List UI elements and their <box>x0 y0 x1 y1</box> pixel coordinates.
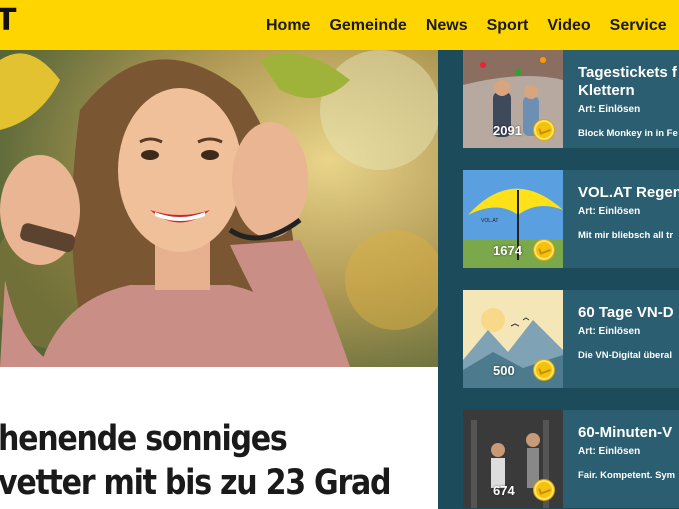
reward-description: Die VN-Digital überal <box>578 350 672 361</box>
reward-type: Art: Einlösen <box>578 206 641 217</box>
reward-card[interactable]: 500 60 Tage VN-D Art: Einlösen Die VN-Di… <box>463 290 679 388</box>
coin-icon <box>533 359 555 381</box>
reward-points: 500 <box>493 363 515 378</box>
nav-sport[interactable]: Sport <box>487 15 529 35</box>
reward-description: Mit mir bliebsch all tr <box>578 230 674 241</box>
reward-type: Art: Einlösen <box>578 104 641 115</box>
coin-icon <box>533 479 555 501</box>
reward-description: Block Monkey in in Fe <box>578 128 678 139</box>
reward-points: 674 <box>493 483 515 498</box>
reward-thumbnail: 674 <box>463 410 563 508</box>
headline-line-1: henende sonniges <box>0 419 288 459</box>
reward-description: Fair. Kompetent. Sym <box>578 470 676 481</box>
coin-icon <box>533 119 555 141</box>
reward-card[interactable]: 674 60-Minuten-V Art: Einlösen Fair. Kom… <box>463 410 679 508</box>
hero-image[interactable] <box>0 50 438 367</box>
nav-home[interactable]: Home <box>266 15 310 35</box>
top-navigation-bar: T Home Gemeinde News Sport Video Service <box>0 0 679 50</box>
reward-thumbnail: VOL.AT 1674 <box>463 170 563 268</box>
rewards-sidebar: 2091 Tagestickets f Klettern Art: Einlöse… <box>438 50 679 509</box>
main-nav: Home Gemeinde News Sport Video Service <box>266 0 679 50</box>
reward-type: Art: Einlösen <box>578 446 641 457</box>
reward-title: VOL.AT Regen <box>578 184 679 201</box>
reward-type: Art: Einlösen <box>578 326 641 337</box>
reward-title: 60-Minuten-V <box>578 424 673 441</box>
reward-card[interactable]: 2091 Tagestickets f Klettern Art: Einlöse… <box>463 50 679 148</box>
headline-line-2: vetter mit bis zu 23 Grad <box>0 463 392 503</box>
reward-points: 2091 <box>493 123 522 138</box>
nav-service[interactable]: Service <box>610 15 667 35</box>
article-teaser[interactable]: henende sonniges vetter mit bis zu 23 Gr… <box>0 367 438 509</box>
reward-title: Tagestickets f Klettern <box>578 64 677 99</box>
reward-thumbnail: 2091 <box>463 50 563 148</box>
svg-text:VOL.AT: VOL.AT <box>481 218 498 224</box>
coin-icon <box>533 239 555 261</box>
nav-video[interactable]: Video <box>547 15 590 35</box>
article-headline[interactable]: henende sonniges vetter mit bis zu 23 Gr… <box>0 417 392 505</box>
site-logo[interactable]: T <box>0 3 16 38</box>
reward-thumbnail: 500 <box>463 290 563 388</box>
reward-points: 1674 <box>493 243 522 258</box>
nav-gemeinde[interactable]: Gemeinde <box>329 15 406 35</box>
nav-news[interactable]: News <box>426 15 468 35</box>
reward-title: 60 Tage VN-D <box>578 304 674 321</box>
reward-card[interactable]: VOL.AT 1674 VOL.AT Regen Art: Einlösen M… <box>463 170 679 268</box>
